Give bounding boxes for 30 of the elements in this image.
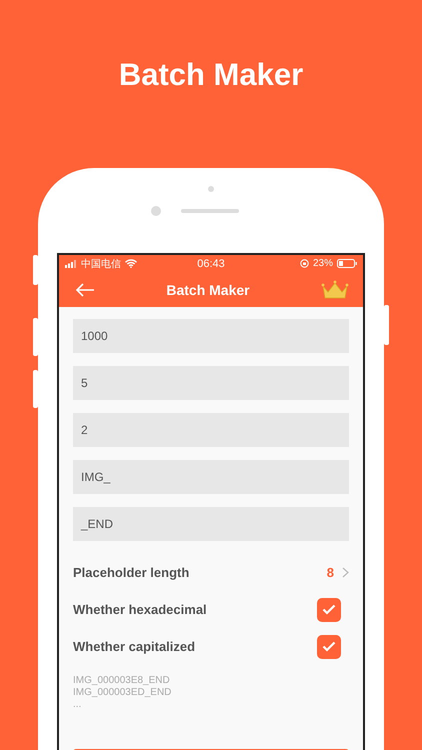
signal-icon	[65, 260, 77, 268]
sensor-dot	[208, 186, 214, 192]
input-field[interactable]: 2	[73, 413, 349, 447]
setting-label: Placeholder length	[73, 565, 190, 580]
camera-dot	[151, 206, 161, 216]
rotation-lock-icon	[300, 259, 309, 268]
nav-title: Batch Maker	[166, 282, 250, 298]
checkmark-icon	[322, 604, 336, 615]
carrier-name: 中国电信	[81, 258, 121, 270]
preview-line: IMG_000003E8_END	[73, 675, 171, 687]
input-field[interactable]: 1000	[73, 319, 349, 353]
input-field[interactable]: _END	[73, 507, 349, 541]
checkbox[interactable]	[317, 634, 341, 658]
checkbox[interactable]	[317, 598, 341, 622]
input-field[interactable]: 5	[73, 366, 349, 400]
setting-label: Whether capitalized	[73, 639, 196, 654]
setting-label: Whether hexadecimal	[73, 602, 207, 617]
preview-line: ...	[73, 699, 82, 711]
battery-icon	[337, 259, 357, 268]
chevron-right-icon	[342, 567, 349, 578]
status-time: 06:43	[197, 258, 225, 270]
headline: Batch Maker	[118, 56, 304, 94]
preview-line: IMG_000003ED_END	[73, 687, 172, 699]
wifi-icon	[125, 259, 137, 268]
battery-percent: 23%	[312, 258, 333, 269]
checkmark-icon	[322, 641, 336, 652]
back-arrow-icon[interactable]	[75, 282, 95, 296]
input-field[interactable]: IMG_	[73, 460, 349, 494]
crown-icon[interactable]	[320, 280, 349, 300]
speaker-slot	[181, 209, 239, 213]
